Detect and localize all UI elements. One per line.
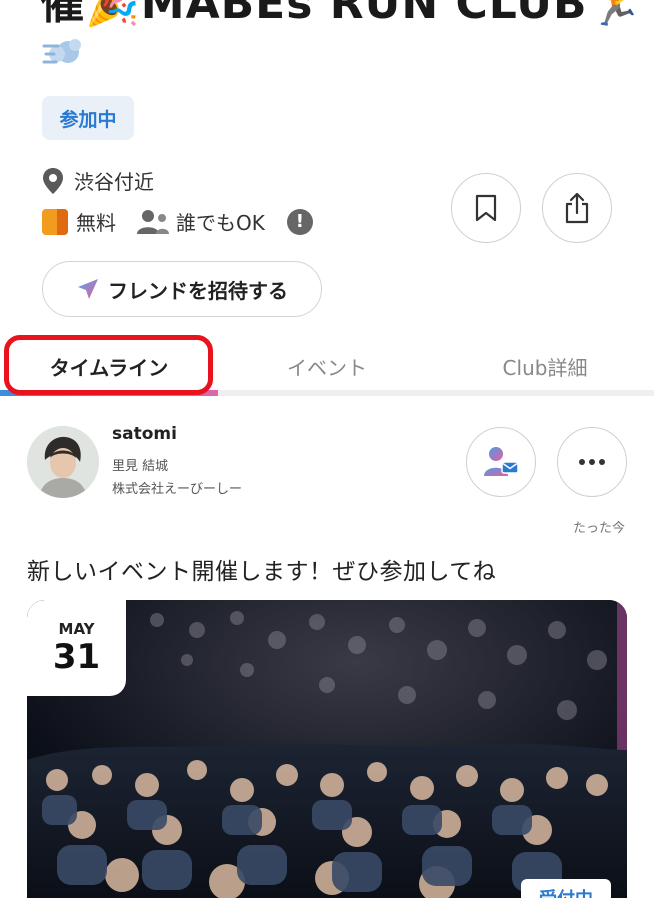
tab-event[interactable]: イベント [218, 340, 436, 392]
event-date-badge: MAY 31 [27, 600, 126, 696]
tab-timeline[interactable]: タイムライン [0, 340, 218, 392]
club-title: 催🎉MABEs RUN CLUB🏃 [40, 0, 640, 29]
fee-icon [42, 208, 68, 235]
share-button[interactable] [542, 173, 612, 243]
fee-text: 無料 [76, 211, 116, 235]
info-alert-icon[interactable]: ! [286, 208, 313, 235]
audience-text: 誰でもOK [176, 211, 265, 235]
paper-plane-icon [78, 279, 98, 299]
more-dots-icon [579, 459, 605, 465]
tab-club-details[interactable]: Club詳細 [436, 340, 654, 392]
avatar[interactable] [27, 426, 99, 498]
more-options-button[interactable] [557, 427, 627, 497]
event-status-badge: 受付中 [521, 879, 611, 898]
location-text: 渋谷付近 [74, 170, 154, 194]
event-month: MAY [58, 620, 95, 638]
event-card[interactable]: MAY 31 受付中 [27, 600, 627, 898]
tab-bar: タイムライン イベント Club詳細 [0, 340, 654, 396]
meta-row: 無料 誰でもOK ! [42, 207, 313, 236]
invite-friends-button[interactable]: フレンドを招待する [42, 261, 322, 317]
invite-label: フレンドを招待する [108, 278, 288, 303]
poster-fullname: 里見 結城 [112, 459, 169, 474]
post-timestamp: たった今 [572, 521, 625, 536]
contact-message-icon [484, 447, 519, 476]
tab-active-indicator [0, 390, 218, 396]
poster-username[interactable]: satomi [112, 424, 177, 444]
bookmark-icon [475, 194, 497, 222]
dash-icon [42, 39, 81, 64]
post-text: 新しいイベント開催します！ぜひ参加してね [27, 559, 497, 585]
bookmark-button[interactable] [451, 173, 521, 243]
share-icon [565, 192, 589, 224]
joined-badge: 参加中 [42, 96, 134, 140]
poster-company: 株式会社えーびーしー [112, 482, 243, 497]
location-row: 渋谷付近 [42, 166, 154, 195]
avatar-image [27, 426, 99, 498]
message-user-button[interactable] [466, 427, 536, 497]
people-icon [137, 209, 169, 234]
location-pin-icon [43, 167, 63, 194]
event-day: 31 [52, 637, 101, 677]
